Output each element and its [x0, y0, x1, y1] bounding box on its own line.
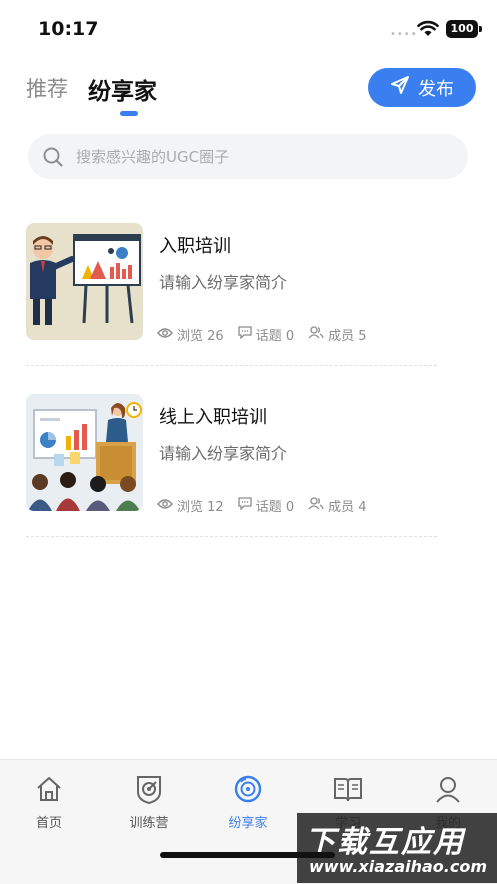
- nav-home[interactable]: 首页: [9, 772, 89, 831]
- item-divider: [26, 365, 437, 366]
- wifi-icon: [417, 20, 439, 41]
- user-icon: [408, 772, 488, 806]
- tab-sharer[interactable]: 纷享家: [88, 72, 157, 106]
- comment-icon: [238, 326, 252, 343]
- battery-indicator: 100: [446, 20, 482, 38]
- status-bar: 10:17 •••• 100: [0, 0, 497, 60]
- members-stat: 成员 5: [308, 325, 367, 344]
- comment-icon: [238, 497, 252, 514]
- item-thumbnail: [26, 394, 143, 511]
- signal-icon: ••••: [390, 29, 418, 40]
- search-bar[interactable]: [28, 134, 468, 179]
- home-indicator[interactable]: [160, 852, 335, 858]
- nav-training-camp[interactable]: 训练营: [109, 772, 189, 831]
- nav-training-camp-label: 训练营: [129, 816, 169, 831]
- topics-stat: 话题 0: [238, 325, 294, 344]
- watermark-url: www.xiazaihao.com: [309, 857, 487, 876]
- list-item[interactable]: 入职培训 请输入纷享家简介 浏览 26 话题 0 成员 5: [26, 223, 437, 366]
- topics-label: 话题 0: [255, 329, 295, 344]
- views-label: 浏览 26: [177, 329, 224, 344]
- item-stats: 浏览 26 话题 0 成员 5: [157, 325, 367, 344]
- views-label: 浏览 12: [177, 500, 224, 515]
- target-icon: [109, 772, 189, 806]
- nav-sharer[interactable]: 纷享家: [208, 772, 288, 831]
- watermark-logo: 下载互应用 www.xiazaihao.com: [297, 813, 497, 883]
- views-stat: 浏览 12: [157, 496, 224, 515]
- publish-label: 发布: [418, 78, 454, 100]
- topics-stat: 话题 0: [238, 496, 294, 515]
- search-input[interactable]: [74, 146, 438, 167]
- tab-recommend[interactable]: 推荐: [26, 73, 68, 103]
- eye-icon: [157, 327, 173, 343]
- topics-label: 话题 0: [255, 500, 295, 515]
- item-divider: [26, 536, 437, 537]
- home-icon: [9, 772, 89, 806]
- views-stat: 浏览 26: [157, 325, 224, 344]
- eye-icon: [157, 498, 173, 514]
- nav-home-label: 首页: [35, 816, 62, 831]
- item-stats: 浏览 12 话题 0 成员 4: [157, 496, 367, 515]
- item-title: 线上入职培训: [159, 407, 267, 428]
- publish-button[interactable]: 发布: [368, 68, 476, 107]
- item-thumbnail: [26, 223, 143, 340]
- item-title: 入职培训: [159, 236, 231, 257]
- item-intro: 请输入纷享家简介: [159, 444, 288, 463]
- book-icon: [308, 772, 388, 806]
- status-time: 10:17: [38, 18, 99, 40]
- send-icon: [390, 75, 410, 100]
- members-icon: [308, 326, 324, 343]
- search-icon: [42, 146, 64, 168]
- disc-icon: [208, 772, 288, 806]
- nav-sharer-label: 纷享家: [228, 816, 268, 831]
- members-icon: [308, 497, 324, 514]
- members-label: 成员 4: [328, 500, 367, 515]
- active-tab-indicator: [120, 111, 138, 116]
- item-intro: 请输入纷享家简介: [159, 273, 288, 292]
- members-label: 成员 5: [328, 329, 367, 344]
- list-item[interactable]: 线上入职培训 请输入纷享家简介 浏览 12 话题 0 成员 4: [26, 394, 437, 537]
- members-stat: 成员 4: [308, 496, 367, 515]
